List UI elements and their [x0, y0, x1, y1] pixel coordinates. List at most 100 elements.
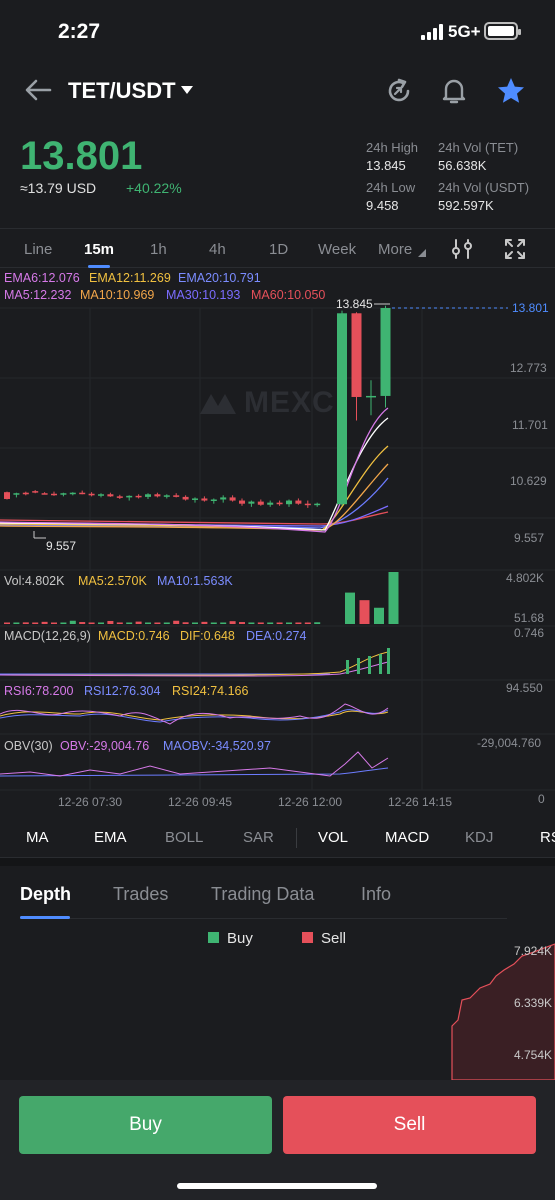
candle-body — [88, 493, 95, 496]
sell-swatch — [302, 932, 313, 943]
vol-ma5-value: MA5:2.570K — [78, 574, 147, 588]
volume-bar — [173, 620, 180, 624]
info-tabs: Depth Trades Trading Data Info — [0, 866, 555, 920]
high-value: 13.845 — [366, 158, 406, 173]
volume-bar — [13, 622, 20, 624]
price-tick: 11.701 — [512, 418, 548, 432]
mexc-logo-icon — [200, 394, 236, 414]
volume-bar — [257, 622, 264, 624]
candle-body — [79, 492, 86, 495]
ema6-line — [0, 417, 389, 531]
volume-bar — [88, 622, 95, 624]
legend-sell-label: Sell — [321, 930, 347, 947]
tab-macd[interactable]: MACD — [385, 829, 429, 846]
ema20-value: EMA20:10.791 — [178, 271, 261, 285]
ema12-line — [0, 445, 389, 531]
price-change: +40.22% — [126, 180, 182, 196]
vol-tet-label: 24h Vol (TET) — [438, 140, 519, 155]
volume-bar — [388, 572, 399, 624]
tab-1h[interactable]: 1h — [150, 241, 167, 258]
candle-body — [314, 503, 321, 506]
depth-axis: 7.924K — [514, 944, 552, 958]
tab-15m[interactable]: 15m — [84, 241, 114, 258]
vol-axis-top: 4.802K — [506, 571, 544, 585]
bell-icon[interactable] — [440, 76, 468, 106]
depth-axis: 6.339K — [514, 996, 552, 1010]
price-tick: 12.773 — [510, 361, 547, 375]
macd-axis-top: 0.746 — [514, 626, 544, 640]
volume-bar — [4, 622, 10, 624]
ema6-value: EMA6:12.076 — [4, 271, 80, 285]
tab-week[interactable]: Week — [318, 241, 356, 258]
fullscreen-icon[interactable] — [503, 237, 527, 261]
volume-bar — [286, 622, 292, 624]
tab-depth[interactable]: Depth — [20, 884, 71, 905]
candle-body — [295, 500, 302, 504]
low-marker: 9.557 — [46, 539, 76, 553]
candle-body — [286, 500, 292, 505]
tab-rsi[interactable]: RS — [540, 829, 555, 846]
candle-body — [22, 492, 29, 495]
tab-trades[interactable]: Trades — [113, 884, 168, 905]
tab-divider — [296, 828, 297, 848]
pair-selector[interactable]: TET/USDT — [68, 78, 176, 104]
refresh-icon[interactable] — [384, 76, 414, 106]
tab-sar[interactable]: SAR — [243, 829, 274, 846]
price-tick: 9.557 — [514, 531, 544, 545]
candle-body — [4, 492, 10, 499]
tab-4h[interactable]: 4h — [209, 241, 226, 258]
volume-bar — [295, 622, 302, 624]
obv-value: OBV:-29,004.76 — [60, 739, 150, 753]
tab-kdj[interactable]: KDJ — [465, 829, 493, 846]
candle-body — [154, 494, 161, 497]
battery-icon — [484, 22, 521, 40]
sell-button[interactable]: Sell — [283, 1096, 536, 1154]
rsi6-value: RSI6:78.200 — [4, 684, 74, 698]
candle-body — [337, 313, 347, 505]
candle-body — [69, 492, 76, 495]
tab-ema[interactable]: EMA — [94, 829, 127, 846]
status-time: 2:27 — [58, 20, 101, 43]
back-arrow-icon[interactable] — [22, 76, 54, 104]
tab-line[interactable]: Line — [24, 241, 52, 258]
depth-axis: 4.754K — [514, 1048, 552, 1062]
tab-boll[interactable]: BOLL — [165, 829, 203, 846]
tab-1d[interactable]: 1D — [269, 241, 288, 258]
caret-down-icon[interactable] — [180, 84, 194, 96]
volume-bar — [135, 621, 142, 624]
tab-info[interactable]: Info — [361, 884, 391, 905]
indicator-tabs: MA EMA BOLL SAR VOL MACD KDJ RS — [0, 818, 555, 858]
legend-buy-label: Buy — [227, 930, 253, 947]
candle-body — [182, 496, 189, 500]
dif-value: DIF:0.648 — [180, 629, 235, 643]
volume-bar — [51, 622, 57, 624]
kline-chart[interactable]: 13.801 13.845 9.557 12.773 11.701 10.629… — [0, 268, 555, 818]
usd-price: ≈13.79 USD — [20, 180, 97, 196]
ma5-line — [0, 407, 389, 533]
price-tick: 10.629 — [510, 474, 547, 488]
volume-bar — [314, 622, 321, 624]
candle-body — [135, 495, 142, 498]
depth-chart[interactable]: 7.924K 6.339K 4.754K — [0, 930, 555, 1080]
tab-more[interactable]: More — [378, 241, 412, 258]
volume-bar — [359, 600, 370, 624]
favorite-star-icon[interactable] — [496, 76, 526, 106]
tab-ma[interactable]: MA — [26, 829, 49, 846]
watermark: MEXC — [244, 386, 335, 419]
volume-bar — [60, 622, 67, 624]
time-tick: 12-26 07:30 — [58, 795, 122, 809]
volume-bar — [267, 622, 274, 624]
low-value: 9.458 — [366, 198, 399, 213]
indicator-settings-icon[interactable] — [450, 237, 474, 261]
network-label: 5G+ — [448, 22, 481, 41]
buy-button[interactable]: Buy — [19, 1096, 272, 1154]
more-caret-icon[interactable] — [418, 249, 426, 257]
volume-bar — [107, 620, 114, 624]
legend-sell: Sell — [302, 930, 346, 947]
tab-vol[interactable]: VOL — [318, 829, 348, 846]
tab-trading-data[interactable]: Trading Data — [211, 884, 314, 905]
legend-buy: Buy — [208, 930, 253, 947]
candle-body — [220, 497, 227, 500]
candle-body — [116, 496, 123, 498]
ema12-value: EMA12:11.269 — [89, 271, 171, 285]
